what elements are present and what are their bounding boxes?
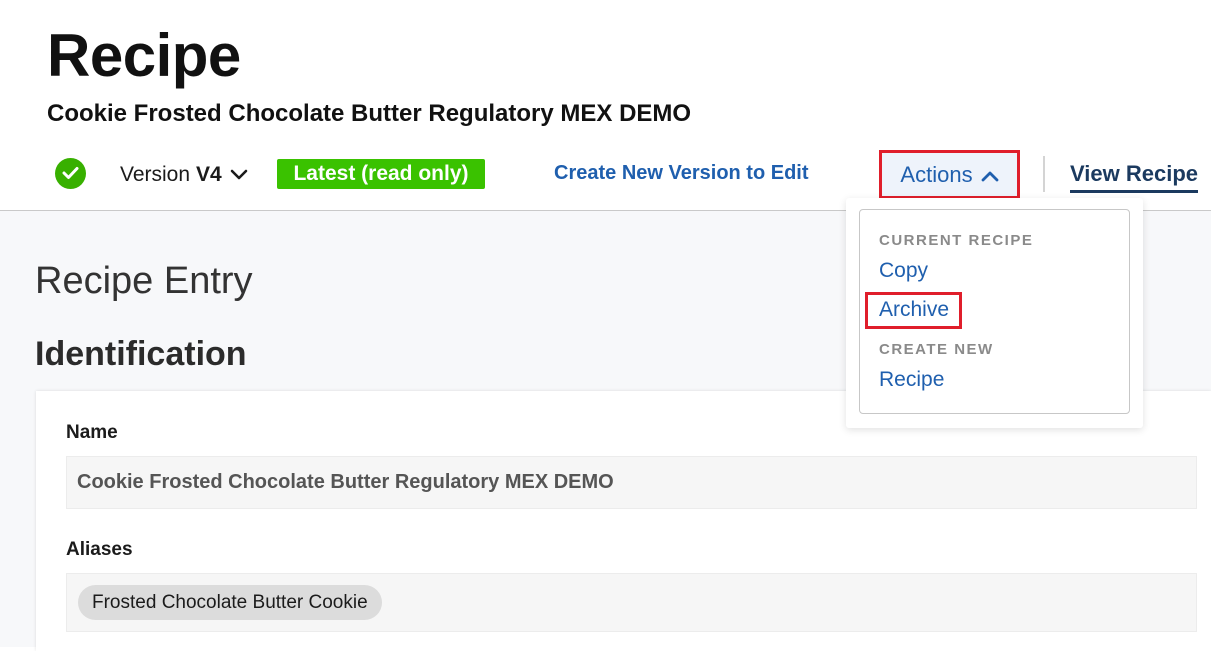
aliases-field[interactable]: Frosted Chocolate Butter Cookie: [66, 573, 1197, 632]
chevron-up-icon: [981, 162, 999, 188]
chevron-down-icon: [230, 163, 248, 187]
actions-label: Actions: [900, 161, 973, 187]
actions-menu-list: CURRENT RECIPE Copy Archive CREATE NEW R…: [859, 209, 1130, 414]
actions-dropdown-menu: CURRENT RECIPE Copy Archive CREATE NEW R…: [846, 198, 1143, 428]
toolbar-divider: [1043, 156, 1045, 192]
view-recipe-link[interactable]: View Recipe: [1070, 160, 1198, 193]
menu-section-create-new: CREATE NEW: [879, 341, 994, 358]
aliases-label: Aliases: [66, 539, 133, 560]
version-label: Version: [120, 163, 191, 186]
menu-item-copy[interactable]: Copy: [879, 258, 928, 284]
version-value: V4: [196, 163, 222, 186]
recipe-name-subtitle: Cookie Frosted Chocolate Butter Regulato…: [47, 100, 692, 127]
version-selector[interactable]: Version V4: [120, 160, 248, 190]
create-new-version-link[interactable]: Create New Version to Edit: [554, 160, 809, 186]
alias-chip: Frosted Chocolate Butter Cookie: [78, 585, 382, 620]
name-input[interactable]: [66, 456, 1197, 509]
menu-item-archive[interactable]: Archive: [865, 292, 962, 329]
version-toolbar: Version V4 Latest (read only) Create New…: [0, 150, 1211, 200]
identification-card: Name Aliases Frosted Chocolate Butter Co…: [36, 391, 1211, 651]
actions-button[interactable]: Actions: [879, 150, 1020, 199]
check-circle-icon: [55, 158, 86, 189]
check-mark-icon: [62, 167, 79, 179]
name-label: Name: [66, 422, 118, 443]
page-title: Recipe: [47, 22, 241, 89]
menu-section-current-recipe: CURRENT RECIPE: [879, 232, 1034, 249]
page-header: Recipe Cookie Frosted Chocolate Butter R…: [0, 0, 1211, 211]
latest-status-badge: Latest (read only): [277, 159, 485, 189]
recipe-entry-heading: Recipe Entry: [35, 260, 253, 302]
identification-heading: Identification: [35, 335, 247, 373]
menu-item-new-recipe[interactable]: Recipe: [879, 367, 944, 393]
